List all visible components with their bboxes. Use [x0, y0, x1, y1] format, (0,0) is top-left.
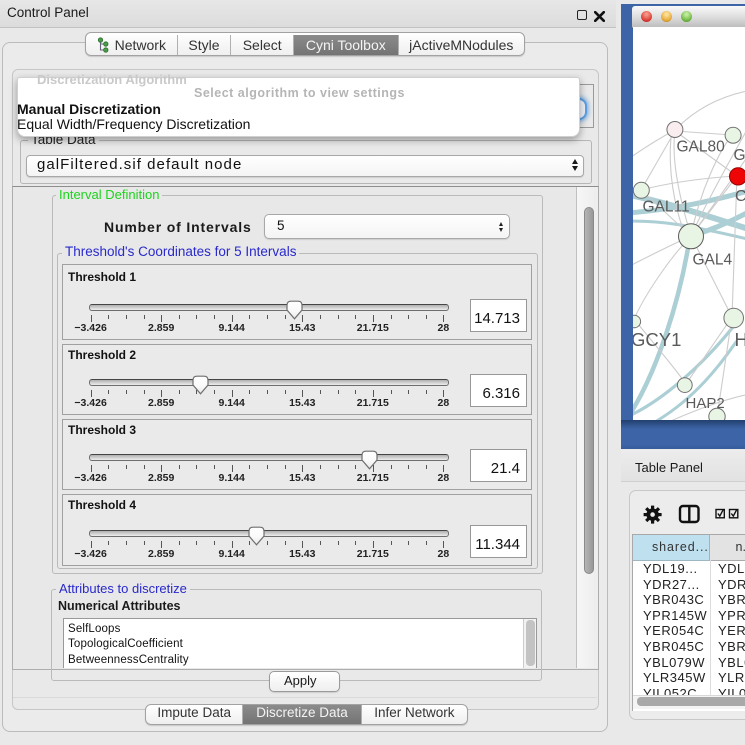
svg-text:GAL80: GAL80: [677, 139, 726, 156]
svg-text:HAP2: HAP2: [686, 395, 725, 412]
svg-text:GAL: GAL: [734, 147, 745, 164]
svg-text:GAL11: GAL11: [643, 199, 690, 216]
svg-text:C: C: [735, 188, 745, 205]
svg-text:GAL4: GAL4: [693, 252, 733, 269]
svg-text:GCY1: GCY1: [633, 329, 681, 350]
svg-text:H: H: [735, 329, 745, 350]
